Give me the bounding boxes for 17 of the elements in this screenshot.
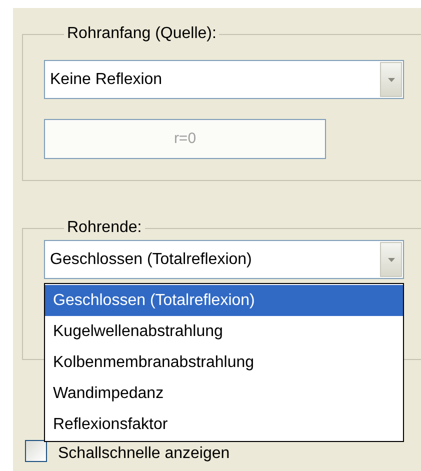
dropdown-option[interactable]: Reflexionsfaktor <box>45 409 403 440</box>
dropdown-option[interactable]: Kolbenmembranabstrahlung <box>45 347 403 378</box>
dropdown-field[interactable]: Geschlossen (Totalreflexion) <box>44 240 404 279</box>
dropdown-option[interactable]: Wandimpedanz <box>45 378 403 409</box>
caret-icon <box>388 78 394 82</box>
dropdown-arrow-button[interactable] <box>380 242 402 277</box>
dropdown-option[interactable]: Geschlossen (Totalreflexion) <box>45 285 403 316</box>
dropdown-value: Keine Reflexion <box>49 70 164 90</box>
checkbox[interactable] <box>25 440 47 462</box>
checkbox-label: Schallschnelle anzeigen <box>58 444 230 463</box>
caret-icon <box>388 258 394 262</box>
dropdown-value: Geschlossen (Totalreflexion) <box>49 250 253 270</box>
group-title: Rohranfang (Quelle): <box>66 24 218 44</box>
dropdown-arrow-button[interactable] <box>380 62 402 97</box>
dropdown-field[interactable]: Keine Reflexion <box>44 60 404 99</box>
group-title: Rohrende: <box>66 218 143 238</box>
dropdown-option[interactable]: Kugelwellenabstrahlung <box>45 316 403 347</box>
